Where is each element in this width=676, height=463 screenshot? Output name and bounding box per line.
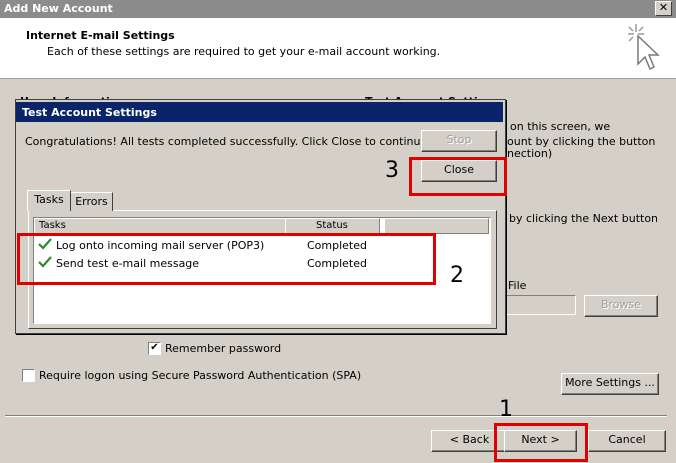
right-info-text-3: nection) xyxy=(507,147,553,160)
annotation-box-2 xyxy=(17,233,436,285)
window-close-button[interactable]: ✕ xyxy=(655,1,672,16)
footer-separator xyxy=(5,415,667,417)
annotation-box-1 xyxy=(494,423,588,462)
spa-label: Require logon using Secure Password Auth… xyxy=(39,369,362,382)
browse-button[interactable]: Browse xyxy=(584,295,658,317)
remember-password-checkbox[interactable]: ✔ xyxy=(148,342,161,355)
dialog-title: Test Account Settings xyxy=(22,106,157,119)
dialog-message: Congratulations! All tests completed suc… xyxy=(25,135,431,148)
spa-checkbox[interactable] xyxy=(22,369,35,382)
tab-errors[interactable]: Errors xyxy=(70,192,113,211)
cancel-button[interactable]: Cancel xyxy=(588,430,666,452)
column-header-status[interactable]: Status xyxy=(285,218,380,234)
header-title: Internet E-mail Settings xyxy=(26,29,175,42)
more-settings-button[interactable]: More Settings ... xyxy=(561,373,659,395)
annotation-label-3: 3 xyxy=(385,158,399,183)
annotation-label-2: 2 xyxy=(450,263,464,288)
tab-tasks[interactable]: Tasks xyxy=(27,190,71,211)
column-header-empty xyxy=(384,218,489,234)
annotation-box-3 xyxy=(409,157,507,196)
right-info-text-4: by clicking the Next button xyxy=(509,212,659,225)
wizard-cursor-icon xyxy=(628,24,660,71)
annotation-label-1: 1 xyxy=(499,397,513,422)
remember-password-label: Remember password xyxy=(165,342,282,355)
window-title: Add New Account xyxy=(4,2,113,15)
file-path-input[interactable] xyxy=(504,295,576,315)
stop-button[interactable]: Stop xyxy=(421,130,497,152)
file-label: File xyxy=(508,279,527,292)
column-header-tasks[interactable]: Tasks xyxy=(34,218,286,234)
header-subtitle: Each of these settings are required to g… xyxy=(47,45,441,58)
right-info-text-1: on this screen, we xyxy=(510,120,611,133)
